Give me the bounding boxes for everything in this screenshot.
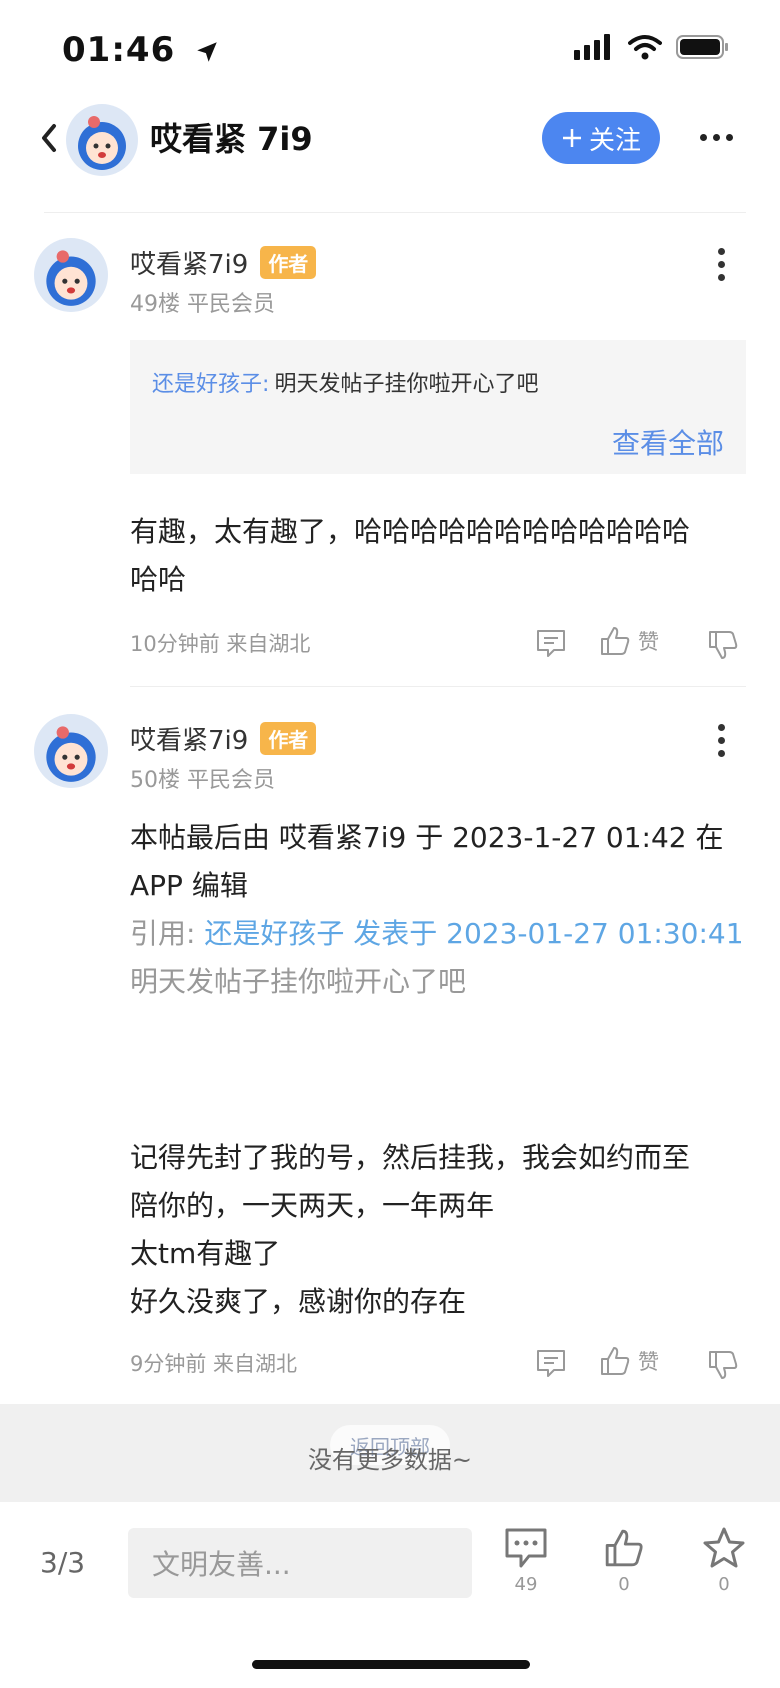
content-line: 记得先封了我的号，然后挂我，我会如约而至 xyxy=(130,1141,691,1174)
post-content: 有趣，太有趣了，哈哈哈哈哈哈哈哈哈哈哈哈 哈哈 xyxy=(130,508,690,604)
back-chevron-icon[interactable] xyxy=(34,118,64,158)
citation-prefix: 引用: xyxy=(130,917,205,950)
status-icons xyxy=(574,34,730,60)
edit-note-line: 本帖最后由 哎看紧7i9 于 2023-1-27 01:42 在 xyxy=(130,821,724,854)
content-line: 太tm有趣了 xyxy=(130,1237,281,1270)
like-post-button[interactable]: 0 xyxy=(594,1526,654,1595)
plus-icon xyxy=(562,129,581,147)
like-button[interactable]: 赞 xyxy=(598,1344,659,1378)
edit-note-line: APP 编辑 xyxy=(130,869,248,902)
floor-info: 50楼 平民会员 xyxy=(130,768,275,793)
thumbs-up-icon xyxy=(601,627,630,655)
post-meta: 10分钟前 来自湖北 xyxy=(130,632,311,656)
thumbs-down-icon[interactable] xyxy=(706,628,740,662)
citation-text: 明天发帖子挂你啦开心了吧 xyxy=(130,965,467,998)
thumbs-up-icon xyxy=(605,1529,643,1567)
wifi-icon xyxy=(628,35,662,60)
content-line: 哈哈 xyxy=(130,563,187,596)
view-all-link[interactable]: 查看全部 xyxy=(612,422,724,462)
header-avatar[interactable] xyxy=(66,104,138,176)
battery-icon xyxy=(676,35,728,59)
star-icon xyxy=(703,1527,745,1568)
comment-count: 49 xyxy=(514,1574,538,1595)
edit-note: 本帖最后由 哎看紧7i9 于 2023-1-27 01:42 在 APP 编辑 xyxy=(130,814,724,910)
header-divider xyxy=(44,212,746,213)
like-label: 赞 xyxy=(638,1350,659,1374)
thumbs-up-icon xyxy=(601,1347,630,1375)
username[interactable]: 哎看紧7i9 xyxy=(130,244,248,281)
post-avatar[interactable] xyxy=(34,714,108,788)
quote-author[interactable]: 还是好孩子: xyxy=(152,372,269,397)
content-line: 有趣，太有趣了，哈哈哈哈哈哈哈哈哈哈哈哈 xyxy=(130,515,691,548)
home-indicator[interactable] xyxy=(252,1660,530,1669)
favorite-button[interactable]: 0 xyxy=(694,1526,754,1595)
post-meta: 9分钟前 来自湖北 xyxy=(130,1352,298,1376)
quote-line: 还是好孩子: 明天发帖子挂你啦开心了吧 xyxy=(152,366,539,398)
comments-button[interactable]: 49 xyxy=(496,1526,556,1595)
like-count: 0 xyxy=(618,1574,630,1595)
post-more-icon[interactable] xyxy=(716,724,726,764)
thumbs-down-icon[interactable] xyxy=(706,1348,740,1382)
like-label: 赞 xyxy=(638,630,659,654)
content-line: 好久没爽了，感谢你的存在 xyxy=(130,1285,467,1318)
page-title: 哎看紧 7i9 xyxy=(150,120,313,158)
location-arrow-icon xyxy=(197,41,217,62)
comment-icon[interactable] xyxy=(534,1346,568,1380)
signal-icon xyxy=(574,34,610,60)
follow-button[interactable]: 关注 xyxy=(542,112,660,164)
follow-label: 关注 xyxy=(588,125,641,156)
star-count: 0 xyxy=(718,1574,730,1595)
page-indicator[interactable]: 3/3 xyxy=(40,1546,85,1579)
quote-text: 明天发帖子挂你啦开心了吧 xyxy=(274,372,539,397)
citation-source[interactable]: 还是好孩子 发表于 2023-01-27 01:30:41 xyxy=(204,917,743,950)
post-more-icon[interactable] xyxy=(716,248,726,288)
like-button[interactable]: 赞 xyxy=(598,624,659,658)
content-line: 陪你的，一天两天，一年两年 xyxy=(130,1189,495,1222)
floor-info: 49楼 平民会员 xyxy=(130,292,275,317)
post-author-row: 哎看紧7i9 作者 xyxy=(130,244,317,281)
reply-quote-box[interactable]: 还是好孩子: 明天发帖子挂你啦开心了吧 查看全部 xyxy=(130,340,746,474)
post-author-row: 哎看紧7i9 作者 xyxy=(130,720,317,757)
comment-icon[interactable] xyxy=(534,626,568,660)
post-content: 记得先封了我的号，然后挂我，我会如约而至 陪你的，一天两天，一年两年 太tm有趣… xyxy=(130,1134,690,1326)
comment-input[interactable]: 文明友善... xyxy=(128,1528,472,1598)
more-dots-icon[interactable] xyxy=(700,134,736,144)
citation: 引用: 还是好孩子 发表于 2023-01-27 01:30:41 明天发帖子挂… xyxy=(130,910,744,1006)
author-badge: 作者 xyxy=(260,722,317,755)
author-badge: 作者 xyxy=(260,246,317,279)
post-avatar[interactable] xyxy=(34,238,108,312)
status-time: 01:46 xyxy=(62,30,220,70)
username[interactable]: 哎看紧7i9 xyxy=(130,720,248,757)
comment-icon xyxy=(505,1528,547,1568)
post-divider xyxy=(130,686,746,687)
no-more-data-text: 没有更多数据~ xyxy=(307,1446,473,1474)
